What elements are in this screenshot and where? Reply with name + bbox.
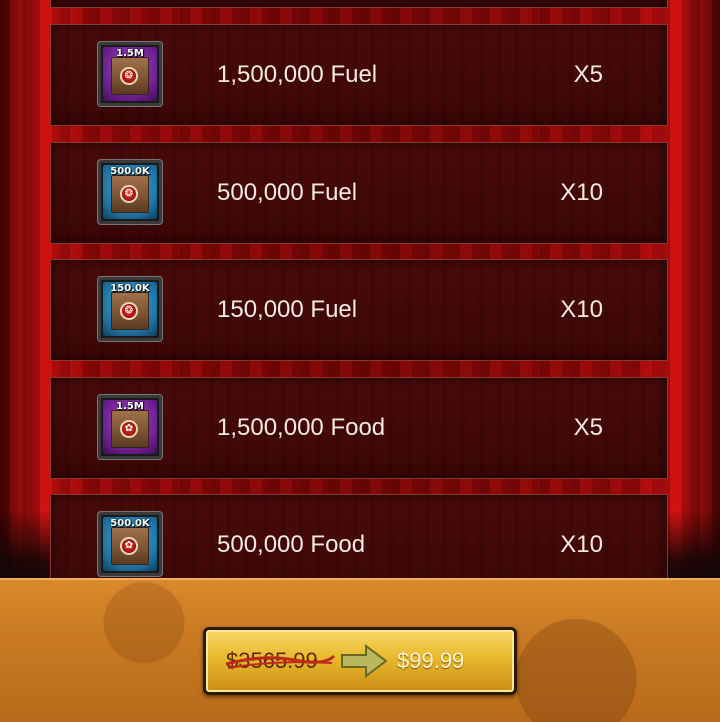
item-amount-label: 500.0K [110, 166, 150, 177]
item-name: 1,500,000 Food [217, 414, 386, 441]
fuel-crate-icon: ❂ [111, 175, 149, 213]
meat-emblem-icon: ✿ [120, 537, 138, 555]
meat-emblem-icon: ✿ [120, 420, 138, 438]
item-name: 150,000 Fuel [217, 296, 358, 323]
item-quantity: X5 [573, 414, 603, 441]
partial-row-top [50, 0, 668, 8]
item-name: 500,000 Food [217, 531, 366, 558]
arrow-right-icon [341, 644, 388, 678]
item-name: 1,500,000 Fuel [217, 61, 378, 88]
item-row: ✿ 1.5M 1,500,000 Food X5 [50, 377, 668, 479]
sale-price: $99.99 [397, 648, 465, 673]
item-icon-frame: ❂ 500.0K [98, 160, 162, 224]
item-icon-frame: ✿ 500.0K [98, 512, 162, 576]
item-row: ✿ 500.0K 500,000 Food X10 [50, 494, 668, 580]
item-list-panel: ❂ 1.5M 1,500,000 Fuel X5 ❂ 500.0K 500,00… [0, 0, 720, 580]
item-quantity: X10 [560, 296, 603, 323]
fuel-emblem-icon: ❂ [120, 302, 138, 320]
purchase-footer: $3565.99 $99.99 [0, 578, 720, 722]
item-row: ❂ 150.0K 150,000 Fuel X10 [50, 259, 668, 361]
fuel-crate-icon: ❂ [111, 292, 149, 330]
item-name: 500,000 Fuel [217, 179, 358, 206]
item-icon-frame: ❂ 150.0K [98, 277, 162, 341]
item-icon-frame: ✿ 1.5M [98, 395, 162, 459]
item-amount-label: 1.5M [116, 401, 144, 412]
fuel-emblem-icon: ❂ [120, 67, 138, 85]
fuel-emblem-icon: ❂ [120, 185, 138, 203]
food-crate-icon: ✿ [111, 527, 149, 565]
item-amount-label: 500.0K [110, 518, 150, 529]
item-amount-label: 1.5M [116, 48, 144, 59]
buy-button[interactable]: $3565.99 $99.99 [203, 627, 517, 695]
item-row: ❂ 500.0K 500,000 Fuel X10 [50, 142, 668, 244]
item-row: ❂ 1.5M 1,500,000 Fuel X5 [50, 24, 668, 126]
item-icon-frame: ❂ 1.5M [98, 42, 162, 106]
item-quantity: X10 [560, 531, 603, 558]
fuel-crate-icon: ❂ [111, 57, 149, 95]
strikethrough-mark [225, 654, 336, 669]
food-crate-icon: ✿ [111, 410, 149, 448]
item-quantity: X10 [560, 179, 603, 206]
item-quantity: X5 [573, 61, 603, 88]
item-amount-label: 150.0K [110, 283, 150, 294]
